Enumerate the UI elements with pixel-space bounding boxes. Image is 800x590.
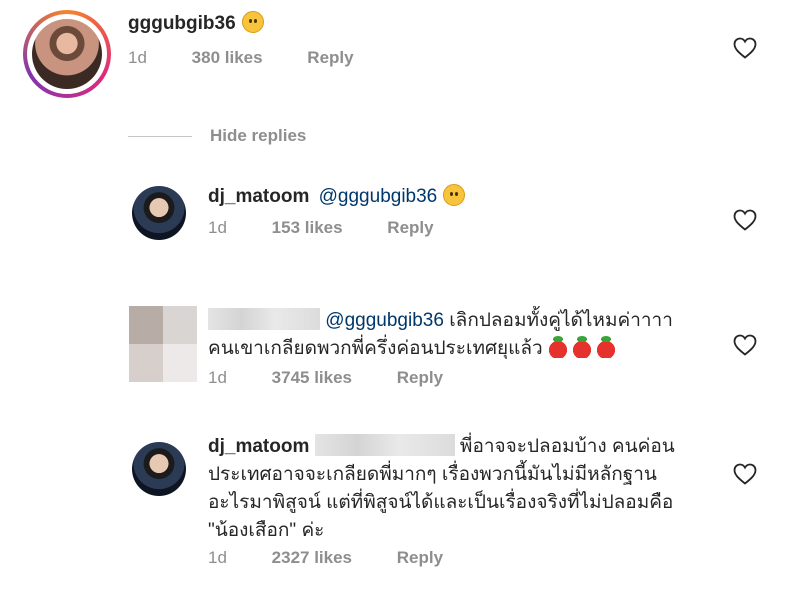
likes-count[interactable]: 2327 likes — [272, 548, 352, 568]
avatar[interactable] — [132, 186, 186, 240]
mention-link[interactable]: @gggubgib36 — [319, 186, 438, 207]
comment-text: คนเขาเกลียดพวกพี่ครึ่งค่อนประเทศยุแล้ว — [208, 338, 543, 359]
upside-down-face-emoji-icon — [443, 184, 466, 206]
comment-line: อะไรมาพิสูจน์ แต่ที่พิสูจน์ได้และเป็นเรื… — [208, 492, 674, 513]
comment-body: @gggubgib36 เลิกปลอมทั้งคู่ได้ไหมค่าาาา … — [208, 307, 728, 363]
comment-line: @gggubgib36 เลิกปลอมทั้งคู่ได้ไหมค่าาาา — [208, 307, 728, 335]
heart-outline-icon[interactable] — [733, 37, 757, 59]
username-link[interactable]: gggubgib36 — [128, 13, 236, 34]
blur-tile — [163, 344, 197, 382]
comment-meta: 1d 153 likes Reply — [208, 218, 434, 238]
comment-text: เลิกปลอมทั้งคู่ได้ไหมค่าาาา — [449, 310, 673, 331]
avatar-blurred[interactable] — [129, 306, 197, 382]
rolling-eyes-emoji-icon — [241, 11, 264, 33]
divider — [128, 135, 192, 137]
reply-button[interactable]: Reply — [397, 368, 443, 388]
redacted-mention — [314, 434, 455, 456]
heart-outline-icon[interactable] — [733, 334, 757, 356]
hide-replies-label: Hide replies — [210, 126, 307, 145]
strawberry-emoji-icon — [596, 336, 615, 358]
heart-outline-icon[interactable] — [733, 209, 757, 231]
comment-body: dj_matoom @gggubgib36 — [208, 183, 466, 211]
avatar — [32, 19, 102, 89]
avatar[interactable] — [132, 442, 186, 496]
comment-text: พี่อาจจะปลอมบ้าง คนค่อน — [459, 436, 675, 457]
likes-count[interactable]: 3745 likes — [272, 368, 352, 388]
username-link[interactable]: dj_matoom — [208, 186, 309, 207]
comment-line: ประเทศอาจจะเกลียดพี่มากๆ เรื่องพวกนี้มัน… — [208, 464, 657, 485]
comment-line: "น้องเสือก" ค่ะ — [208, 520, 325, 541]
comment-meta: 1d 2327 likes Reply — [208, 548, 443, 568]
comment-body: dj_matoom พี่อาจจะปลอมบ้าง คนค่อน ประเทศ… — [208, 433, 728, 545]
comment-body: gggubgib36 — [128, 10, 264, 38]
comment-time: 1d — [208, 548, 227, 567]
comment-time: 1d — [208, 218, 227, 237]
heart-outline-icon[interactable] — [733, 463, 757, 485]
blur-tile — [129, 306, 163, 344]
blur-tile — [129, 344, 163, 382]
hide-replies-button[interactable]: Hide replies — [128, 125, 306, 147]
comment-meta: 1d 380 likes Reply — [128, 48, 354, 68]
reply-button[interactable]: Reply — [397, 548, 443, 568]
username-link[interactable]: dj_matoom — [208, 436, 309, 457]
reply-button[interactable]: Reply — [387, 218, 433, 238]
blur-tile — [163, 306, 197, 344]
likes-count[interactable]: 153 likes — [272, 218, 343, 238]
strawberry-emoji-icon — [572, 336, 591, 358]
comment-time: 1d — [208, 368, 227, 387]
reply-button[interactable]: Reply — [307, 48, 353, 68]
comment-line: คนเขาเกลียดพวกพี่ครึ่งค่อนประเทศยุแล้ว — [208, 335, 728, 363]
comment-time: 1d — [128, 48, 147, 67]
redacted-username — [208, 308, 320, 330]
comment-meta: 1d 3745 likes Reply — [208, 368, 443, 388]
avatar-story-ring[interactable] — [23, 10, 111, 98]
likes-count[interactable]: 380 likes — [192, 48, 263, 68]
comment-line: dj_matoom พี่อาจจะปลอมบ้าง คนค่อน — [208, 433, 728, 461]
mention-link[interactable]: @gggubgib36 — [325, 310, 444, 331]
strawberry-emoji-icon — [548, 336, 567, 358]
